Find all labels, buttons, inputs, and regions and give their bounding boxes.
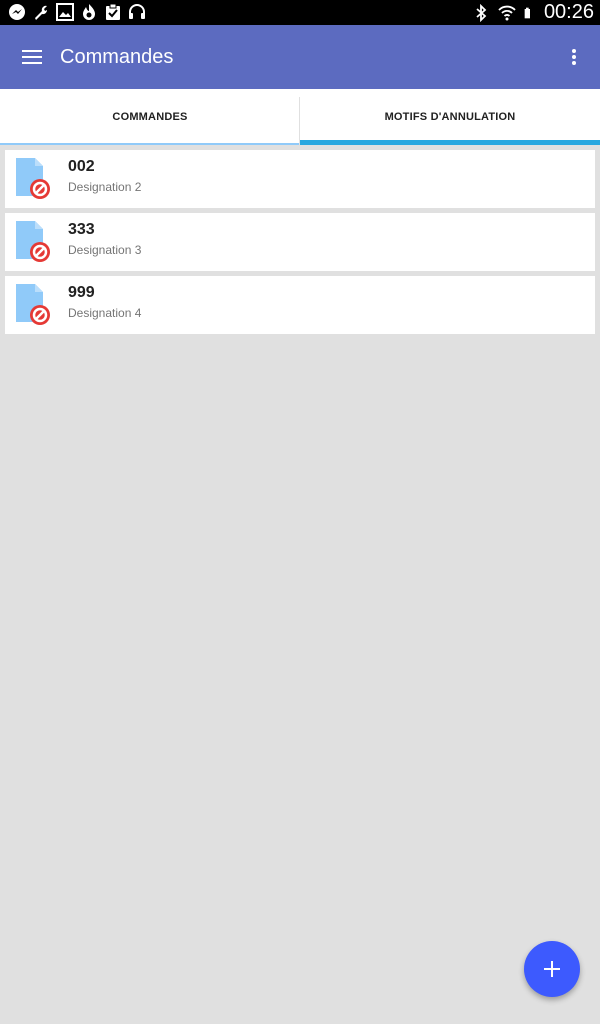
list-item[interactable]: 002 Designation 2 — [5, 150, 595, 208]
tab-commandes[interactable]: COMMANDES — [0, 89, 300, 145]
item-code: 333 — [68, 221, 95, 238]
menu-button[interactable] — [12, 37, 52, 77]
flame-icon — [83, 4, 95, 20]
overflow-menu-button[interactable] — [554, 37, 594, 77]
tab-underline — [0, 143, 299, 145]
item-code: 999 — [68, 284, 95, 301]
battery-icon — [524, 7, 530, 18]
cancellation-reasons-list: 002 Designation 2 333 Designation 3 999 … — [5, 150, 595, 339]
cancelled-document-icon — [16, 221, 50, 262]
tab-bar: COMMANDES MOTIFS D'ANNULATION — [0, 89, 600, 145]
cancelled-document-icon — [16, 158, 50, 199]
plus-icon — [544, 961, 560, 977]
item-designation: Designation 3 — [68, 243, 142, 257]
wifi-icon — [498, 5, 516, 20]
add-button[interactable] — [524, 941, 580, 997]
tab-motifs-annulation[interactable]: MOTIFS D'ANNULATION — [300, 89, 600, 145]
wrench-icon — [35, 5, 48, 20]
system-icons: 00:26 — [472, 0, 594, 25]
status-bar: 00:26 — [0, 0, 600, 25]
item-code: 002 — [68, 158, 95, 175]
list-item[interactable]: 333 Designation 3 — [5, 213, 595, 271]
notification-icons — [8, 3, 146, 21]
headphones-icon — [129, 4, 145, 19]
cancelled-document-icon — [16, 284, 50, 325]
item-designation: Designation 2 — [68, 180, 142, 194]
clipboard-check-icon — [106, 3, 120, 20]
page-title: Commandes — [60, 46, 174, 68]
list-item[interactable]: 999 Designation 4 — [5, 276, 595, 334]
messenger-icon — [9, 4, 25, 20]
hamburger-menu-icon — [22, 50, 42, 64]
item-designation: Designation 4 — [68, 306, 142, 320]
app-bar: Commandes — [0, 25, 600, 89]
image-icon — [56, 3, 74, 21]
status-time: 00:26 — [543, 1, 594, 23]
tab-indicator — [300, 140, 600, 145]
bluetooth-icon — [476, 3, 487, 22]
more-vert-icon — [572, 49, 576, 65]
